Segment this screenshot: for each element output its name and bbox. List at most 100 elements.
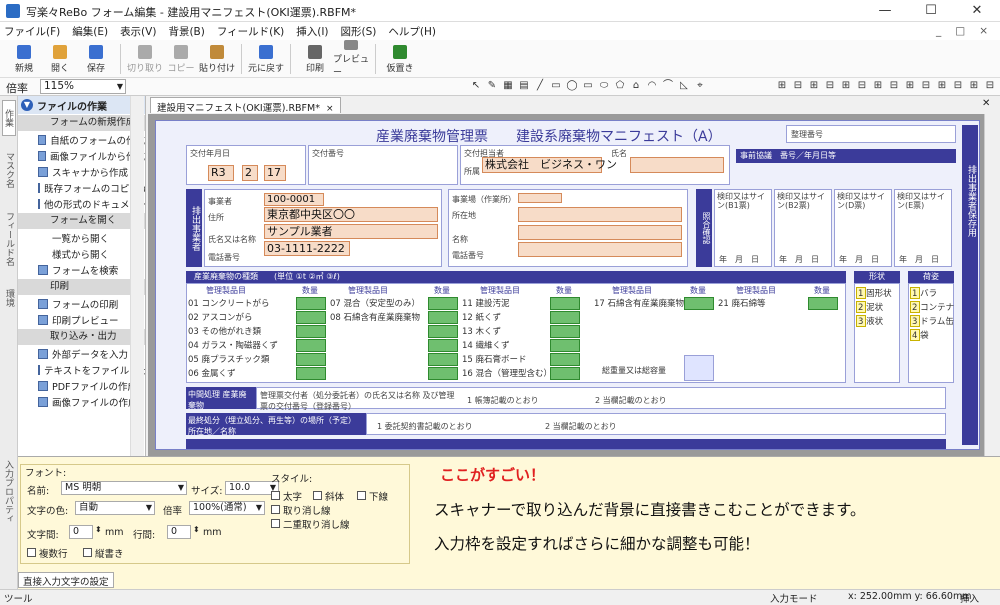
draw-tool-icon[interactable]: ◯ [566, 79, 578, 93]
side-tab-env[interactable]: 環境 [2, 278, 16, 318]
issue-month-field[interactable]: 2 [242, 165, 258, 181]
site-phone-field[interactable] [518, 242, 682, 257]
quantity-field[interactable] [550, 297, 580, 310]
font-color-select[interactable]: 自動 ▼ [75, 501, 155, 515]
toolbar-button[interactable]: 開く [42, 40, 78, 78]
toolbar-button[interactable]: プレビュー [333, 40, 369, 78]
task-item[interactable]: 画像ファイルから作成 [18, 148, 145, 164]
line-spacing-input[interactable]: 0 [167, 525, 191, 539]
mdi-control[interactable]: □ [955, 25, 965, 37]
quantity-field[interactable] [684, 297, 714, 310]
task-item[interactable]: フォームの印刷 [18, 296, 145, 312]
manifest-form[interactable]: 産業廃棄物管理票 建設系廃棄物マニフェスト（A） 整理番号 排出事業者保存用 交… [155, 120, 980, 450]
quantity-field[interactable] [428, 367, 458, 380]
quantity-field[interactable] [428, 297, 458, 310]
total-field[interactable] [684, 355, 714, 381]
issue-year-field[interactable]: R3 [208, 165, 234, 181]
style-checkbox[interactable] [271, 519, 280, 528]
menu-item[interactable]: ヘルプ(H) [388, 24, 436, 39]
task-item[interactable]: フォームを検索 [18, 262, 145, 278]
draw-tool-icon[interactable]: ◠ [646, 79, 658, 93]
sign-box[interactable]: 検印又はサイン(D票) 年 月 日 [834, 189, 892, 267]
task-item[interactable]: 画像ファイルの作成 [18, 394, 145, 410]
close-icon[interactable]: × [326, 104, 334, 114]
draw-tool-icon[interactable]: ▭ [550, 79, 562, 93]
align-tool-icon[interactable]: ⊞ [936, 79, 948, 93]
quantity-field[interactable] [428, 339, 458, 352]
direct-input-settings-tab[interactable]: 直接入力文字の設定 [18, 572, 114, 588]
draw-tool-icon[interactable]: ↖ [470, 79, 482, 93]
close-button[interactable]: ✕ [954, 0, 1000, 22]
menu-item[interactable]: 表示(V) [120, 24, 156, 39]
task-item[interactable]: 既存フォームのコピーか [18, 180, 145, 196]
toolbar-button[interactable]: 印刷 [297, 40, 333, 78]
quantity-field[interactable] [808, 297, 838, 310]
menu-item[interactable]: 挿入(I) [296, 24, 328, 39]
draw-tool-icon[interactable]: ▭ [582, 79, 594, 93]
align-tool-icon[interactable]: ⊞ [840, 79, 852, 93]
sign-box[interactable]: 検印又はサイン(B2票) 年 月 日 [774, 189, 832, 267]
task-item[interactable]: 様式から開く [18, 246, 145, 262]
draw-tool-icon[interactable]: ◺ [678, 79, 690, 93]
draw-tool-icon[interactable]: ⬭ [598, 79, 610, 93]
quantity-field[interactable] [428, 311, 458, 324]
align-tool-icon[interactable]: ⊞ [904, 79, 916, 93]
menu-item[interactable]: ファイル(F) [4, 24, 60, 39]
quantity-field[interactable] [550, 367, 580, 380]
task-pane-scrollbar[interactable] [130, 96, 144, 456]
quantity-field[interactable] [550, 325, 580, 338]
toolbar-button[interactable]: 貼り付け [199, 40, 235, 78]
quantity-field[interactable] [296, 353, 326, 366]
toolbar-button[interactable]: 保存 [78, 40, 114, 78]
minimize-button[interactable]: — [862, 0, 908, 22]
toolbar-button[interactable]: 切り取り [127, 40, 163, 78]
align-tool-icon[interactable]: ⊟ [984, 79, 996, 93]
address-field[interactable]: 東京都中央区〇〇 [264, 207, 438, 222]
quantity-field[interactable] [550, 353, 580, 366]
quantity-field[interactable] [428, 325, 458, 338]
vertical-checkbox[interactable] [83, 548, 92, 557]
draw-tool-icon[interactable]: ▤ [518, 79, 530, 93]
char-spacing-spinner[interactable]: ⬍ [95, 525, 102, 534]
document-tab[interactable]: 建設用マニフェスト(OKI運票).RBFM* × [150, 97, 341, 114]
quantity-field[interactable] [296, 325, 326, 338]
issue-day-field[interactable]: 17 [264, 165, 286, 181]
char-spacing-input[interactable]: 0 [69, 525, 93, 539]
zoom-select[interactable]: 115% ▼ [40, 79, 126, 94]
align-tool-icon[interactable]: ⊞ [808, 79, 820, 93]
scale-select[interactable]: 100%(通常) ▼ [189, 501, 265, 515]
align-tool-icon[interactable]: ⊟ [952, 79, 964, 93]
quantity-field[interactable] [296, 339, 326, 352]
quantity-field[interactable] [428, 353, 458, 366]
side-tab-work[interactable]: 作業 [2, 100, 16, 136]
company-field[interactable]: 株式会社 ビジネス・ワン [482, 157, 617, 173]
site-address-field[interactable] [518, 207, 682, 222]
quantity-field[interactable] [296, 311, 326, 324]
site-postal-field[interactable] [518, 193, 562, 203]
toolbar-button[interactable]: コピー [163, 40, 199, 78]
menu-item[interactable]: フィールド(K) [217, 24, 284, 39]
align-tool-icon[interactable]: ⊟ [856, 79, 868, 93]
site-name-field[interactable] [518, 225, 682, 240]
task-item[interactable]: 印刷プレビュー [18, 312, 145, 328]
maximize-button[interactable]: ☐ [908, 0, 954, 22]
draw-tool-icon[interactable]: ✎ [486, 79, 498, 93]
side-tab-mask[interactable]: マスク名 [2, 140, 16, 200]
multiline-checkbox[interactable] [27, 548, 36, 557]
style-checkbox[interactable] [357, 491, 366, 500]
task-pane-header[interactable]: ▼ ファイルの作業 [18, 96, 145, 114]
toolbar-button[interactable]: 元に戻す [248, 40, 284, 78]
style-checkbox[interactable] [271, 491, 280, 500]
draw-tool-icon[interactable]: ▦ [502, 79, 514, 93]
align-tool-icon[interactable]: ⊟ [792, 79, 804, 93]
task-item[interactable]: 一覧から開く [18, 230, 145, 246]
quantity-field[interactable] [296, 367, 326, 380]
task-item[interactable]: スキャナから作成 [18, 164, 145, 180]
align-tool-icon[interactable]: ⊟ [920, 79, 932, 93]
menu-item[interactable]: 編集(E) [72, 24, 108, 39]
draw-tool-icon[interactable]: ⬠ [614, 79, 626, 93]
toolbar-button[interactable]: 仮置き [382, 40, 418, 78]
sign-box[interactable]: 検印又はサイン(B1票) 年 月 日 [714, 189, 772, 267]
quantity-field[interactable] [296, 297, 326, 310]
canvas-scrollbar[interactable] [984, 114, 998, 456]
